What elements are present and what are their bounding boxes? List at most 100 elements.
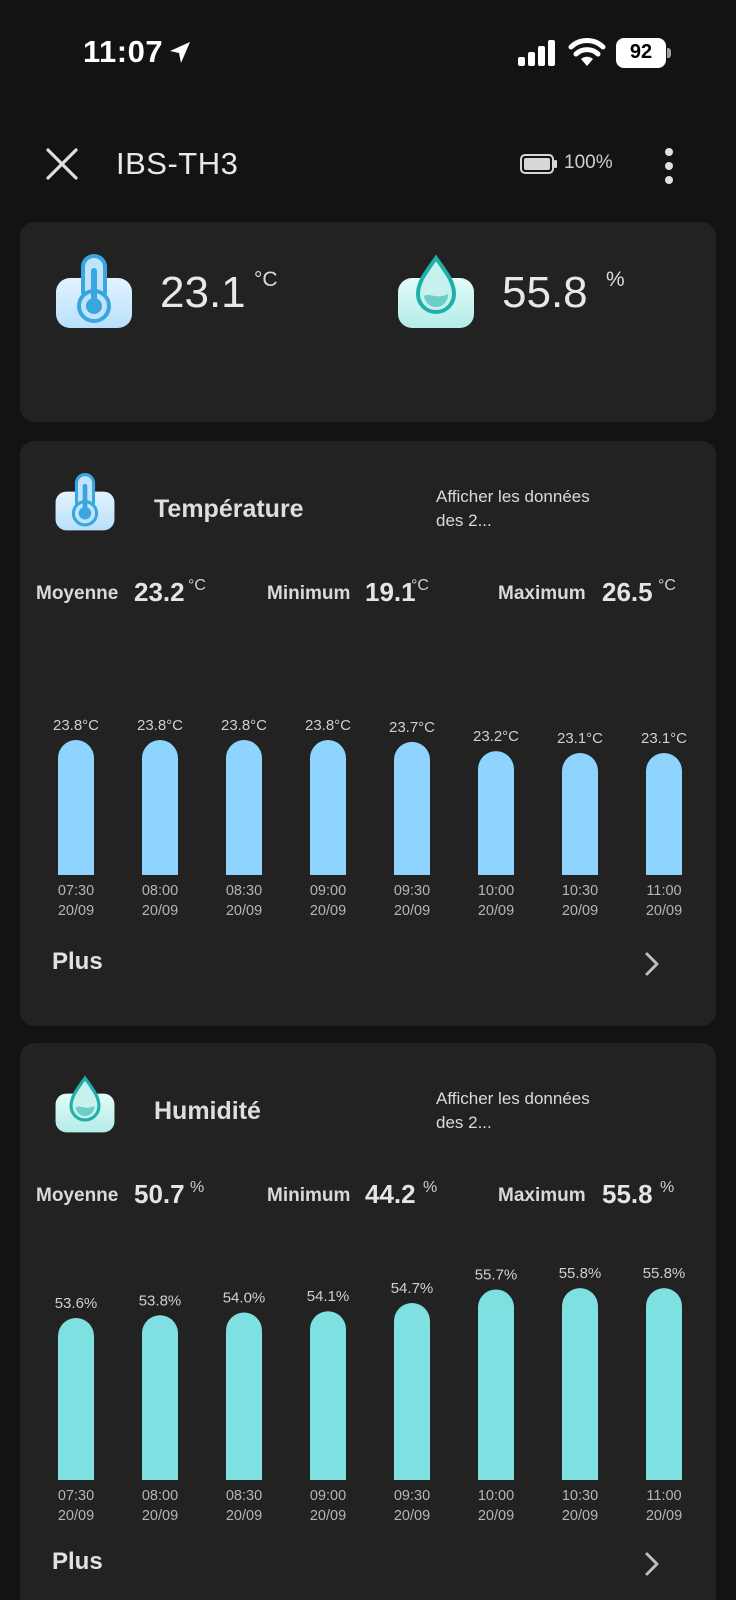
temperature-maximum-value: 26.5 bbox=[602, 577, 653, 607]
temperature-data-label: 23.2°C bbox=[473, 728, 519, 745]
humidity-date-label: 20/09 bbox=[142, 1508, 178, 1524]
humidity-date-label: 20/09 bbox=[58, 1508, 94, 1524]
status-time: 11:07 bbox=[83, 34, 164, 69]
device-title: IBS-TH3 bbox=[116, 146, 239, 181]
temperature-bar bbox=[142, 740, 178, 875]
temperature-minimum-label: Minimum bbox=[267, 583, 351, 604]
humidity-drop-icon bbox=[55, 1075, 115, 1133]
humidity-date-label: 20/09 bbox=[478, 1508, 514, 1524]
temperature-date-label: 20/09 bbox=[562, 903, 598, 919]
temperature-time-label: 08:00 bbox=[142, 883, 178, 899]
temperature-data-label: 23.1°C bbox=[557, 730, 603, 747]
current-temperature-unit: °C bbox=[254, 268, 278, 291]
temperature-card: Température Afficher les données des 2..… bbox=[20, 441, 716, 1026]
current-temperature-value: 23.1 bbox=[160, 268, 246, 317]
temperature-view-data-link[interactable]: Afficher les données des 2... bbox=[436, 485, 606, 533]
humidity-bar bbox=[58, 1318, 94, 1480]
current-readings-card: 23.1 °C 55.8 % bbox=[20, 222, 716, 422]
humidity-section-title: Humidité bbox=[154, 1097, 261, 1125]
humidity-minimum-label: Minimum bbox=[267, 1185, 351, 1206]
temperature-time-label: 09:00 bbox=[310, 883, 346, 899]
humidity-date-label: 20/09 bbox=[226, 1508, 262, 1524]
location-arrow-icon bbox=[170, 42, 190, 63]
battery-status-icon: 92 bbox=[616, 38, 671, 68]
temperature-data-label: 23.8°C bbox=[221, 717, 267, 734]
humidity-data-label: 54.0% bbox=[223, 1290, 266, 1307]
temperature-date-label: 20/09 bbox=[478, 903, 514, 919]
humidity-data-label: 54.7% bbox=[391, 1280, 434, 1297]
temperature-time-label: 10:30 bbox=[562, 883, 598, 899]
temperature-date-label: 20/09 bbox=[310, 903, 346, 919]
temperature-bar bbox=[226, 740, 262, 875]
humidity-time-label: 09:00 bbox=[310, 1488, 346, 1504]
humidity-time-label: 11:00 bbox=[646, 1488, 681, 1504]
humidity-average-unit: % bbox=[190, 1179, 205, 1196]
temperature-bar bbox=[478, 751, 514, 875]
temperature-average-value: 23.2 bbox=[134, 577, 185, 607]
humidity-maximum-label: Maximum bbox=[498, 1185, 586, 1206]
chevron-right-icon bbox=[645, 1552, 659, 1576]
humidity-average-label: Moyenne bbox=[36, 1185, 119, 1206]
humidity-bar bbox=[310, 1311, 346, 1480]
humidity-minimum-unit: % bbox=[423, 1179, 438, 1196]
humidity-bar bbox=[142, 1315, 178, 1480]
humidity-data-label: 55.8% bbox=[559, 1265, 602, 1282]
temperature-bar bbox=[310, 740, 346, 875]
humidity-drop-icon bbox=[398, 254, 474, 328]
current-humidity-unit: % bbox=[606, 268, 625, 291]
humidity-time-label: 07:30 bbox=[58, 1488, 94, 1504]
humidity-more-label: Plus bbox=[52, 1548, 103, 1575]
temperature-date-label: 20/09 bbox=[394, 903, 430, 919]
close-icon[interactable] bbox=[42, 144, 82, 184]
temperature-time-label: 09:30 bbox=[394, 883, 430, 899]
humidity-maximum-value: 55.8 bbox=[602, 1179, 653, 1209]
humidity-data-label: 53.8% bbox=[139, 1292, 182, 1309]
humidity-data-label: 55.8% bbox=[643, 1265, 686, 1282]
temperature-time-label: 08:30 bbox=[226, 883, 262, 899]
humidity-date-label: 20/09 bbox=[562, 1508, 598, 1524]
device-battery-percent: 100% bbox=[564, 152, 613, 173]
humidity-bar bbox=[646, 1288, 682, 1480]
humidity-average-value: 50.7 bbox=[134, 1179, 185, 1209]
temperature-bar bbox=[394, 741, 430, 875]
cellular-signal-icon bbox=[518, 40, 555, 66]
temperature-minimum-value: 19.1 bbox=[365, 577, 416, 607]
current-humidity-value: 55.8 bbox=[502, 268, 588, 317]
temperature-average-label: Moyenne bbox=[36, 583, 119, 604]
humidity-date-label: 20/09 bbox=[646, 1508, 682, 1524]
humidity-date-label: 20/09 bbox=[310, 1508, 346, 1524]
humidity-data-label: 53.6% bbox=[55, 1295, 98, 1312]
temperature-minimum-unit: °C bbox=[411, 577, 429, 594]
temperature-data-label: 23.7°C bbox=[389, 719, 435, 736]
humidity-time-label: 09:30 bbox=[394, 1488, 430, 1504]
temperature-data-label: 23.8°C bbox=[137, 717, 183, 734]
humidity-maximum-unit: % bbox=[660, 1179, 675, 1196]
temperature-bar-chart: 23.8°C 07:30 20/09 23.8°C 08:00 20/09 23.8°C 08… bbox=[53, 717, 687, 919]
temperature-more-label: Plus bbox=[52, 948, 103, 975]
temperature-more-button[interactable]: Plus bbox=[20, 932, 716, 992]
temperature-data-label: 23.8°C bbox=[53, 717, 99, 734]
wifi-icon bbox=[568, 38, 606, 66]
temperature-date-label: 20/09 bbox=[226, 903, 262, 919]
temperature-section-title: Température bbox=[154, 495, 304, 523]
humidity-bar bbox=[478, 1289, 514, 1480]
temperature-maximum-label: Maximum bbox=[498, 583, 586, 604]
more-options-icon[interactable] bbox=[656, 146, 682, 186]
humidity-time-label: 10:30 bbox=[562, 1488, 598, 1504]
humidity-bar bbox=[394, 1303, 430, 1480]
humidity-view-data-link[interactable]: Afficher les données des 2... bbox=[436, 1087, 606, 1135]
temperature-time-label: 11:00 bbox=[646, 883, 681, 899]
humidity-bar bbox=[226, 1312, 262, 1480]
temperature-maximum-unit: °C bbox=[658, 577, 676, 594]
temperature-time-label: 10:00 bbox=[478, 883, 514, 899]
humidity-time-label: 08:30 bbox=[226, 1488, 262, 1504]
humidity-more-button[interactable]: Plus bbox=[20, 1532, 716, 1592]
temperature-date-label: 20/09 bbox=[646, 903, 682, 919]
humidity-bar bbox=[562, 1288, 598, 1480]
thermometer-icon bbox=[56, 254, 132, 328]
temperature-average-unit: °C bbox=[188, 577, 206, 594]
temperature-date-label: 20/09 bbox=[58, 903, 94, 919]
thermometer-icon bbox=[55, 473, 115, 531]
temperature-data-label: 23.1°C bbox=[641, 730, 687, 747]
temperature-bar bbox=[646, 753, 682, 875]
